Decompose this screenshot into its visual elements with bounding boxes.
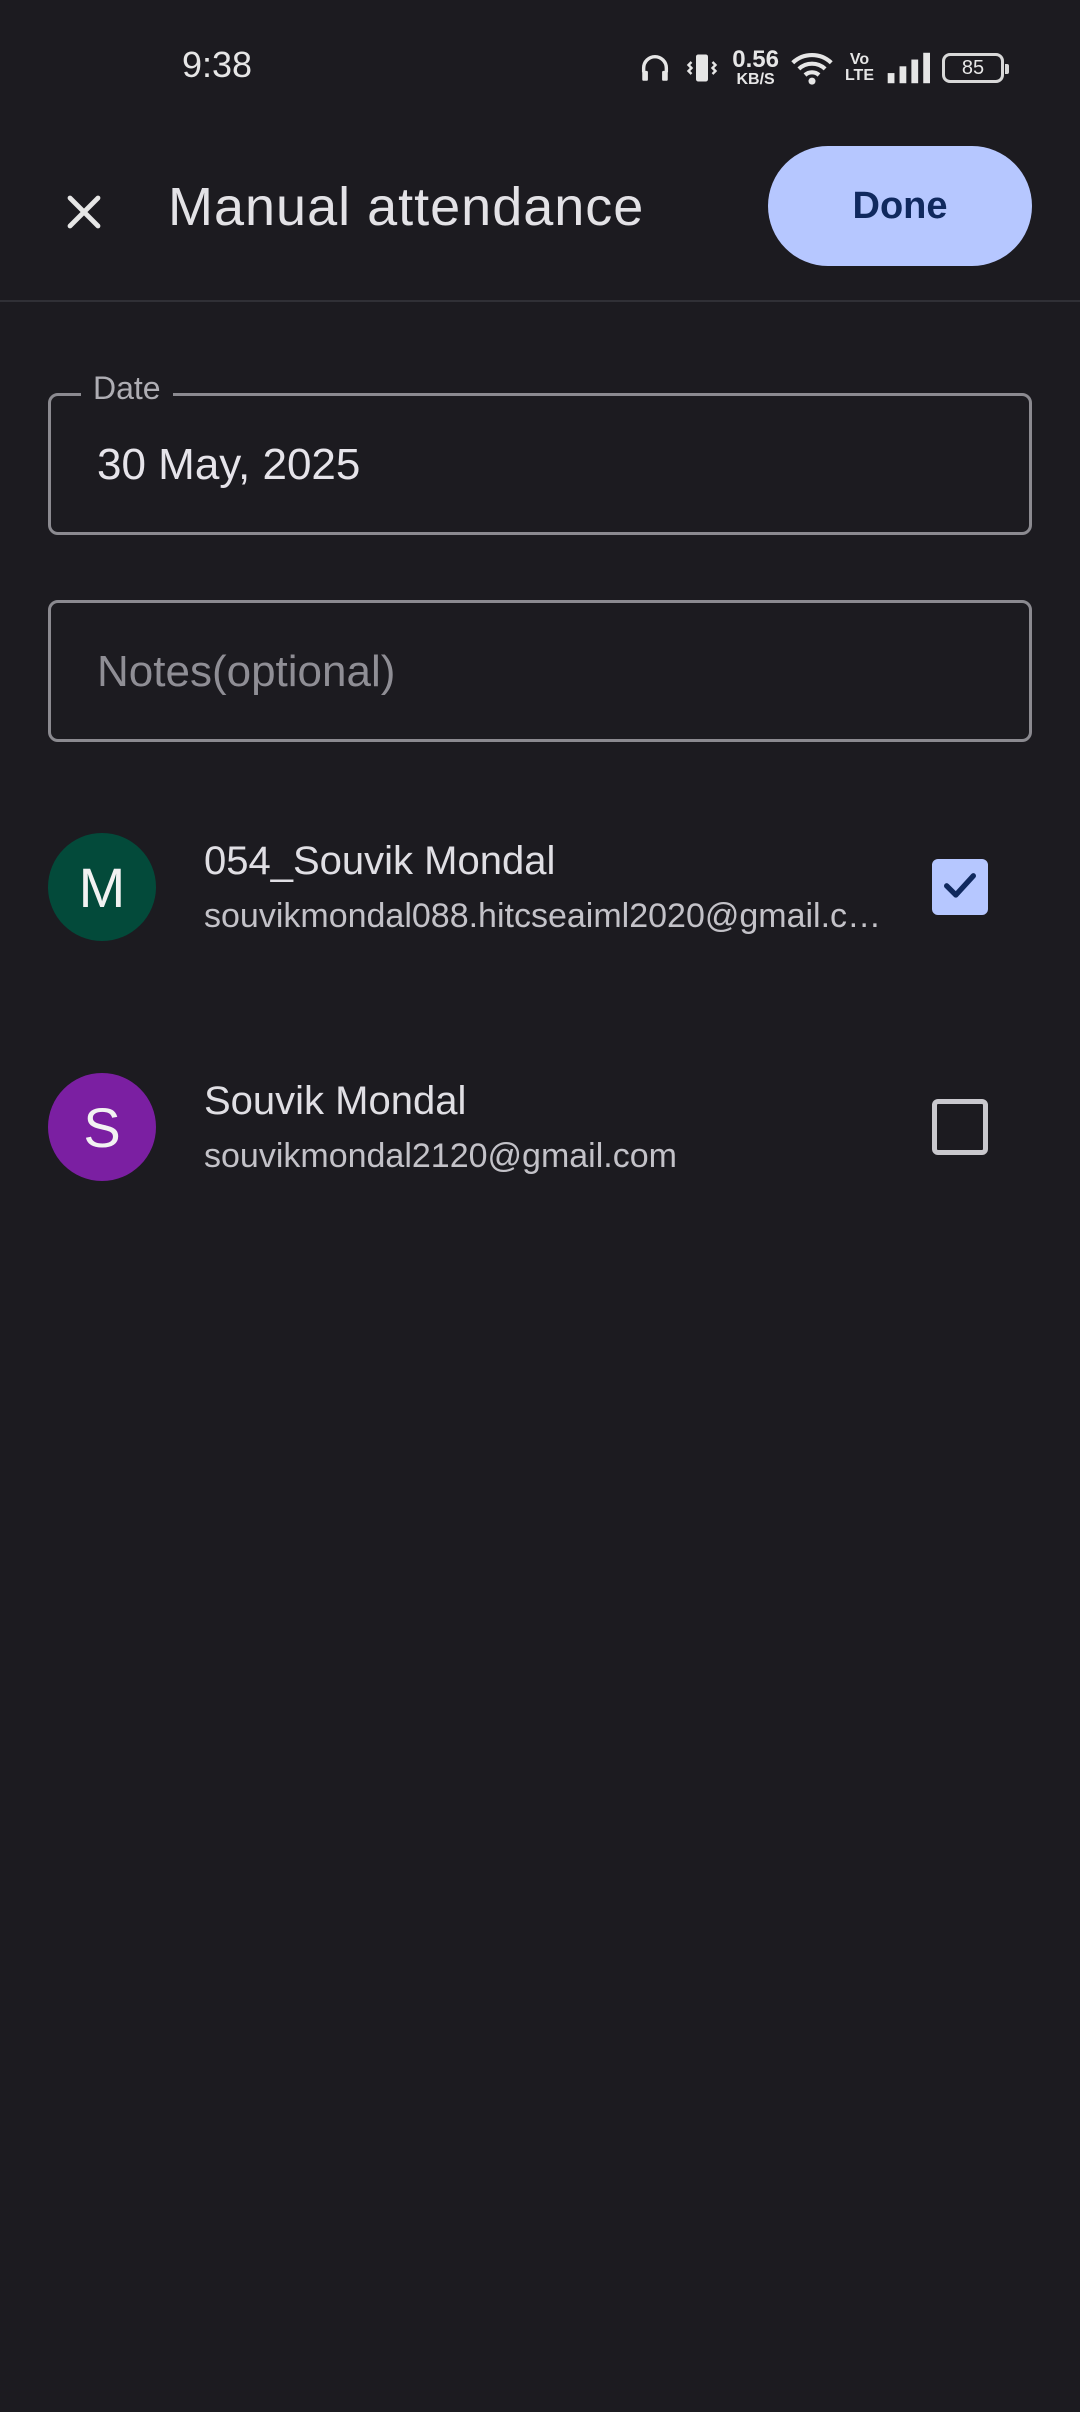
student-email: souvikmondal088.hitcseaiml2020@gmail.com [204,897,890,935]
app-bar: Manual attendance Done [0,140,1080,302]
status-bar: 9:38 0.56 KB/S Vo LTE 85 [0,0,1080,140]
avatar: S [48,1073,156,1181]
attendance-checkbox[interactable] [932,859,988,915]
signal-icon [886,51,930,85]
check-icon [940,865,980,910]
close-button[interactable] [44,174,124,254]
vibrate-icon [684,50,720,86]
status-time: 9:38 [182,44,253,85]
net-speed-value: 0.56 [732,46,779,73]
student-name: 054_Souvik Mondal [204,839,556,883]
battery-icon: 85 [942,53,1009,83]
notes-placeholder: Notes(optional) [97,647,396,696]
volte-bottom: LTE [844,67,874,84]
done-button[interactable]: Done [768,146,1032,266]
net-speed: 0.56 KB/S [732,48,779,88]
notes-field[interactable]: Notes(optional) [48,600,1032,742]
date-field-value: 30 May, 2025 [97,440,361,489]
attendance-checkbox[interactable] [932,1099,988,1155]
date-field-label: Date [81,370,173,407]
volte-indicator: Vo LTE [845,52,874,84]
wifi-icon [791,50,833,86]
student-name: Souvik Mondal [204,1079,467,1123]
student-row[interactable]: S Souvik Mondal souvikmondal2120@gmail.c… [0,1027,1080,1227]
close-icon [60,188,108,241]
student-email: souvikmondal2120@gmail.com [204,1137,677,1175]
student-row[interactable]: M 054_Souvik Mondal souvikmondal088.hitc… [0,787,1080,987]
status-icons: 0.56 KB/S Vo LTE 85 [638,46,1009,90]
page-title: Manual attendance [168,177,645,237]
volte-top: Vo [849,51,870,68]
avatar: M [48,833,156,941]
net-speed-unit: KB/S [736,71,775,88]
battery-level: 85 [961,56,985,79]
headphones-icon [638,51,672,85]
date-field[interactable]: Date 30 May, 2025 [48,370,1032,535]
